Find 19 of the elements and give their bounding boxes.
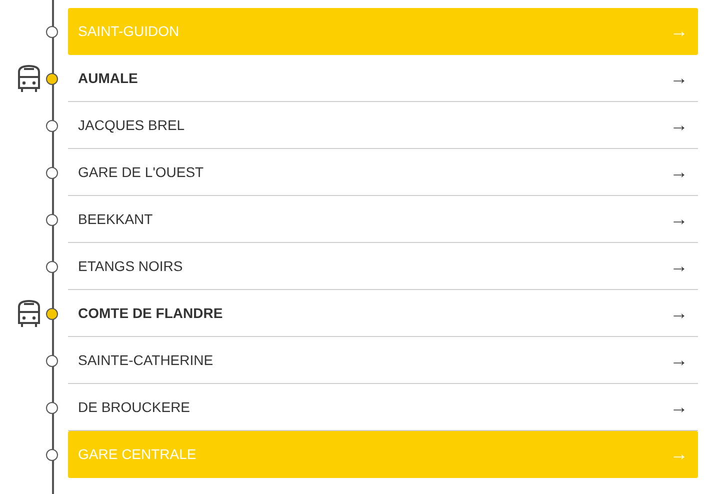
arrow-icon: →	[670, 158, 688, 186]
stop-item[interactable]: SAINTE-CATHERINE →	[68, 337, 698, 384]
stop-item[interactable]: COMTE DE FLANDRE →	[68, 290, 698, 337]
bus-icon	[15, 298, 43, 328]
arrow-icon: →	[670, 441, 688, 468]
bus-icon	[15, 64, 43, 94]
stop-item[interactable]: AUMALE →	[68, 55, 698, 102]
arrow-icon: →	[670, 252, 688, 280]
arrow-icon: →	[670, 394, 688, 420]
arrow-icon: →	[670, 18, 688, 45]
stop-item[interactable]: BEEKKANT →	[68, 196, 698, 243]
arrow-icon: →	[670, 112, 688, 138]
arrow-icon: →	[670, 346, 688, 374]
stop-item[interactable]: ETANGS NOIRS →	[68, 243, 698, 290]
arrow-icon: →	[670, 206, 688, 232]
arrow-icon: →	[670, 300, 688, 326]
arrow-icon: →	[670, 64, 688, 92]
stop-item[interactable]: GARE DE L'OUEST →	[68, 149, 698, 196]
stop-item[interactable]: JACQUES BREL →	[68, 102, 698, 149]
